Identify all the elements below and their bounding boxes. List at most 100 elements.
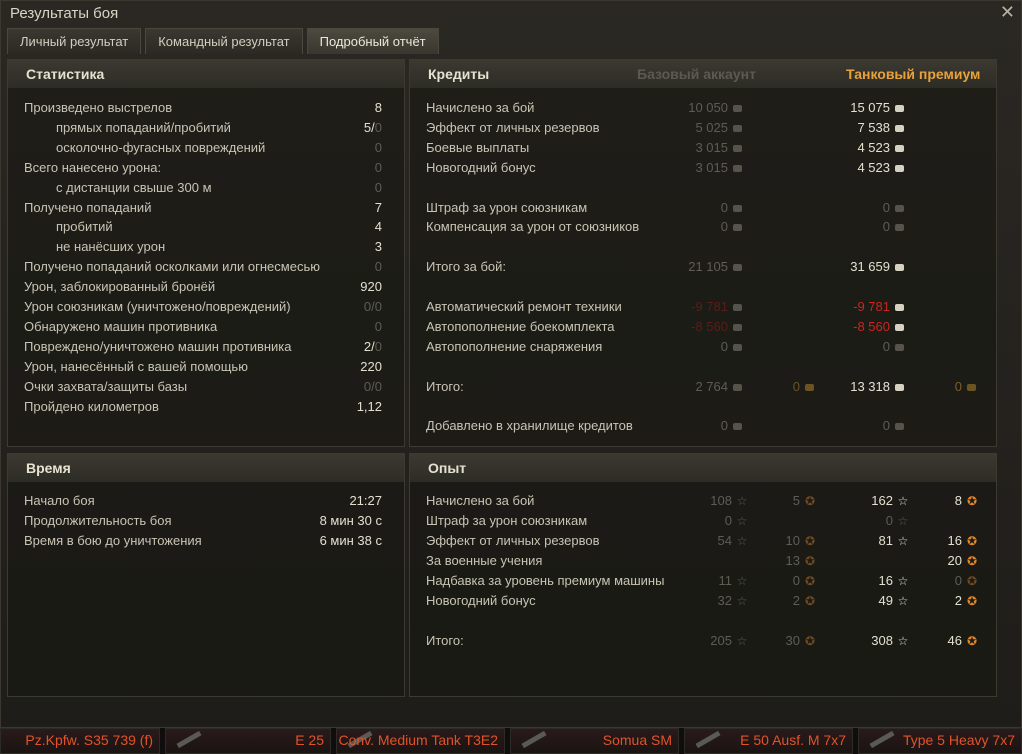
credits-icon <box>895 224 904 232</box>
credits-premium-value: -9 781 <box>853 297 904 317</box>
tab-team-result[interactable]: Командный результат <box>145 28 303 54</box>
credits-title: Кредиты <box>428 66 490 82</box>
credits-icon <box>895 144 904 152</box>
close-icon[interactable]: ✕ <box>1000 2 1015 23</box>
credits-base-value: 3 015 <box>695 138 742 158</box>
vehicle-slot[interactable]: Somua SM <box>510 728 679 754</box>
experience-label: Начислено за бой <box>426 493 535 508</box>
stat-row: Урон, нанесённый с вашей помощью 220 <box>8 357 404 377</box>
stat-value: 5/0 <box>363 119 382 135</box>
credits-icon <box>733 423 742 431</box>
stat-row: осколочно-фугасных повреждений 0 <box>8 138 404 158</box>
experience-row: Надбавка за уровень премиум машины 11 ☆ 0 ✪ 1… <box>410 571 996 591</box>
tab-detailed-report[interactable]: Подробный отчёт <box>306 28 439 54</box>
vehicle-slot[interactable]: Type 5 Heavy 7x7 <box>858 728 1022 754</box>
credits-row: Штраф за урон союзникам 0 0 <box>410 198 996 218</box>
credits-row: Эффект от личных резервов 5 025 7 538 <box>410 118 996 138</box>
stat-value: 8 <box>374 100 382 115</box>
vehicle-slot[interactable]: Conv. Medium Tank T3E2 <box>336 728 505 754</box>
stat-label: Урон союзникам (уничтожено/повреждений) <box>24 299 291 314</box>
time-row: Время в бою до уничтожения 6 мин 38 с <box>8 531 404 551</box>
xp-premium-value: 49 ☆ <box>879 591 909 611</box>
vehicle-thumbnail <box>176 730 202 749</box>
stat-label: Получено попаданий осколками или огнесме… <box>24 259 320 275</box>
time-label: Начало боя <box>24 493 95 508</box>
gold-premium-value: 0 <box>955 377 976 397</box>
vehicle-name: Somua SM <box>602 732 672 748</box>
xp-star-icon: ☆ <box>736 634 748 648</box>
stat-row: Пройдено километров 1,12 <box>8 397 404 417</box>
experience-label: Эффект от личных резервов <box>426 533 600 548</box>
experience-row: Начислено за бой 108 ☆ 5 ✪ 162 ☆ 8 ✪ <box>410 491 996 511</box>
experience-row: За военные учения 13 ✪ 20 ✪ <box>410 551 996 571</box>
credits-icon <box>733 204 742 212</box>
gold-icon <box>805 383 814 391</box>
statistics-panel: Статистика Произведено выстрелов 8 прямых … <box>7 59 405 447</box>
stat-label: прямых попаданий/пробитий <box>56 119 231 135</box>
xp-star-icon: ☆ <box>897 534 909 548</box>
credits-header: Кредиты Базовый аккаунт Танковый премиум <box>410 60 996 88</box>
free-xp-star-icon: ✪ <box>966 554 978 568</box>
vehicle-slot[interactable]: Pz.Kpfw. S35 739 (f) <box>0 728 160 754</box>
credits-icon <box>733 105 742 113</box>
experience-row: Новогодний бонус 32 ☆ 2 ✪ 49 ☆ 2 ✪ <box>410 591 996 611</box>
gold-base-value: 0 <box>793 377 814 397</box>
credits-icon <box>895 383 904 391</box>
credits-premium-value: 4 523 <box>857 138 904 158</box>
credits-icon <box>733 164 742 172</box>
time-panel: Время Начало боя 21:27 Продолжительность б… <box>7 453 405 697</box>
stat-value: 220 <box>360 358 382 374</box>
stat-label: не нанёсших урон <box>56 239 166 255</box>
stat-value: 0/0 <box>363 299 382 314</box>
stat-value: 0/0 <box>363 378 382 394</box>
stat-value: 0 <box>374 259 382 275</box>
statistics-title: Статистика <box>26 66 105 82</box>
xp-premium-value: 0 ☆ <box>886 511 909 531</box>
free-xp-base-value: 10 ✪ <box>786 531 816 551</box>
time-value: 21:27 <box>349 493 382 508</box>
credits-premium-value: 15 075 <box>850 98 904 118</box>
gold-icon <box>967 383 976 391</box>
base-account-column-header: Базовый аккаунт <box>637 66 756 82</box>
credits-icon <box>895 164 904 172</box>
experience-label: Надбавка за уровень премиум машины <box>426 573 665 588</box>
vehicle-slot[interactable]: E 50 Ausf. M 7x7 <box>684 728 853 754</box>
credits-icon <box>733 144 742 152</box>
free-xp-premium-value: 2 ✪ <box>955 591 978 611</box>
free-xp-star-icon: ✪ <box>804 634 816 648</box>
credits-premium-value: 0 <box>883 198 904 218</box>
stat-label: Получено попаданий <box>24 199 152 215</box>
stat-label: Всего нанесено урона: <box>24 159 162 175</box>
experience-row: Штраф за урон союзникам 0 ☆ 0 ☆ <box>410 511 996 531</box>
tab-personal-result[interactable]: Личный результат <box>7 28 142 54</box>
free-xp-star-icon: ✪ <box>966 574 978 588</box>
time-label: Время в бою до уничтожения <box>24 533 202 548</box>
credits-row: Автопополнение снаряжения 0 0 <box>410 337 996 357</box>
free-xp-base-value: 30 ✪ <box>786 631 816 651</box>
credits-icon <box>895 264 904 272</box>
stat-row: Повреждено/уничтожено машин противника 2/… <box>8 337 404 357</box>
vehicle-carousel: Pz.Kpfw. S35 739 (f) E 25 Conv. Medium Tan… <box>0 728 1022 754</box>
xp-base-value: 54 ☆ <box>718 531 748 551</box>
credits-icon <box>733 264 742 272</box>
credits-base-value: -9 781 <box>691 297 742 317</box>
stat-row: Очки захвата/защиты базы 0/0 <box>8 377 404 397</box>
credits-label: Добавлено в хранилище кредитов <box>426 418 633 434</box>
credits-row: Боевые выплаты 3 015 4 523 <box>410 138 996 158</box>
credits-premium-value: 7 538 <box>857 118 904 138</box>
stat-label: Урон, нанесённый с вашей помощью <box>24 358 248 374</box>
credits-row: Начислено за бой 10 050 15 075 <box>410 98 996 118</box>
vehicle-slot[interactable]: E 25 <box>165 728 331 754</box>
xp-premium-value: 81 ☆ <box>879 531 909 551</box>
credits-label: Начислено за бой <box>426 100 535 115</box>
stat-value: 0 <box>374 139 382 155</box>
credits-label: Компенсация за урон от союзников <box>426 219 640 235</box>
xp-star-icon: ☆ <box>897 494 909 508</box>
xp-premium-value: 162 ☆ <box>871 491 909 511</box>
stat-label: Произведено выстрелов <box>24 100 173 115</box>
xp-base-value: 205 ☆ <box>710 631 748 651</box>
credits-premium-value: 0 <box>883 337 904 357</box>
free-xp-star-icon: ✪ <box>804 494 816 508</box>
time-row: Продолжительность боя 8 мин 30 с <box>8 511 404 531</box>
credits-base-value: 0 <box>721 416 742 436</box>
